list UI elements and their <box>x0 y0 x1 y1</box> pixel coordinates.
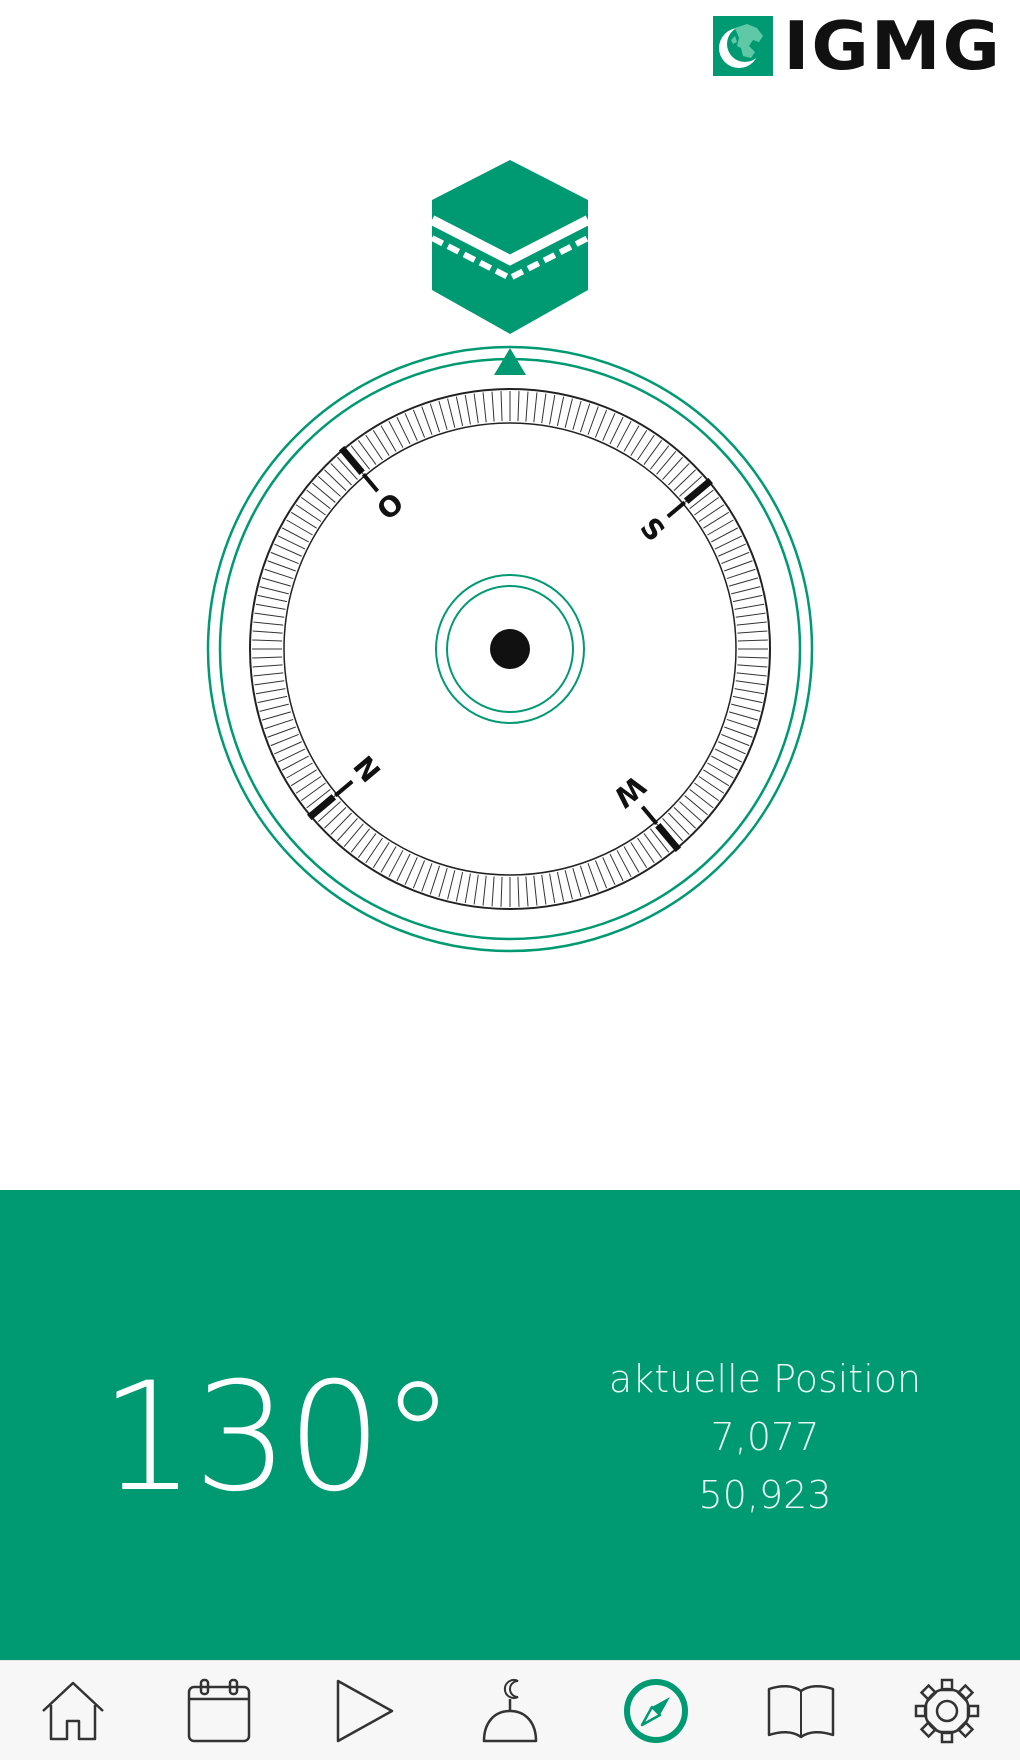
compass-center-dot <box>490 629 530 669</box>
play-icon <box>337 1679 394 1742</box>
nav-calendar[interactable] <box>179 1671 259 1751</box>
qibla-compass: NOSW <box>206 345 814 953</box>
igmg-logo: IGMG <box>713 7 1002 85</box>
qibla-heading-degrees: 130° <box>100 1351 455 1525</box>
cardinal-o: O <box>371 486 410 527</box>
position-latitude: 50,923 <box>698 1473 832 1517</box>
position-longitude: 7,077 <box>710 1415 820 1459</box>
europe-crescent-logo-icon <box>713 16 774 76</box>
position-label: aktuelle Position <box>608 1357 922 1401</box>
qibla-direction-marker <box>494 348 526 375</box>
nav-prayer[interactable] <box>470 1671 550 1751</box>
nav-play[interactable] <box>324 1671 404 1751</box>
calendar-icon <box>187 1678 250 1742</box>
nav-settings[interactable] <box>907 1671 987 1751</box>
book-icon <box>768 1684 835 1738</box>
nav-book[interactable] <box>761 1671 841 1751</box>
cardinal-s: S <box>633 511 671 548</box>
compass-icon <box>623 1678 688 1743</box>
kaaba-icon <box>430 160 590 334</box>
nav-qibla-compass[interactable] <box>616 1671 696 1751</box>
logo-wordmark: IGMG <box>783 7 1002 85</box>
bottom-navigation <box>0 1660 1020 1760</box>
gear-icon <box>914 1678 980 1743</box>
cardinal-n: N <box>347 749 387 788</box>
nav-home[interactable] <box>33 1671 113 1751</box>
qibla-info-panel: 130° aktuelle Position 7,077 50,923 <box>0 1190 1020 1660</box>
crescent-dome-icon <box>482 1678 538 1742</box>
current-position: aktuelle Position 7,077 50,923 <box>560 1350 970 1524</box>
home-icon <box>41 1681 104 1740</box>
